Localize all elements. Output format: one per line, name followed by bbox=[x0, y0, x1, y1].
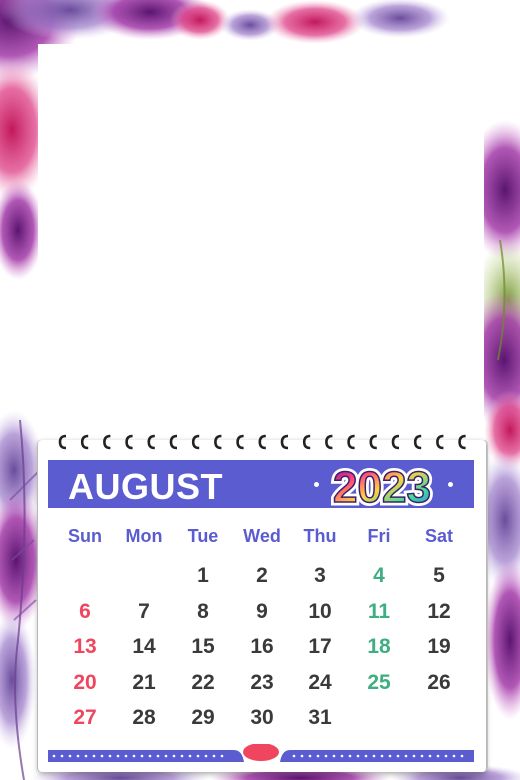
day-cell: 19 bbox=[427, 635, 451, 658]
photo-placeholder bbox=[38, 44, 484, 442]
footer-ribbon bbox=[48, 744, 474, 762]
day-cell: 27 bbox=[73, 706, 97, 729]
binding-ring bbox=[347, 434, 355, 450]
day-cell: 7 bbox=[138, 599, 150, 623]
day-cell: 13 bbox=[73, 635, 97, 658]
month-header: AUGUST 2023 2023 bbox=[48, 460, 474, 516]
binding-ring bbox=[325, 434, 333, 450]
header-dot bbox=[314, 482, 319, 487]
day-cell: 2 bbox=[256, 564, 268, 587]
day-cell: 5 bbox=[433, 564, 445, 587]
day-cell: 30 bbox=[250, 706, 274, 729]
weekday-tue: Tue bbox=[187, 526, 219, 546]
binding-ring bbox=[413, 434, 422, 450]
weekday-fri: Fri bbox=[367, 526, 391, 546]
binding-ring bbox=[258, 434, 266, 450]
day-cell: 11 bbox=[367, 599, 391, 623]
day-cell: 4 bbox=[373, 564, 385, 587]
day-cell: 15 bbox=[191, 635, 215, 658]
weekday-wed: Wed bbox=[243, 526, 281, 546]
weekday-sat: Sat bbox=[424, 526, 453, 546]
header-dot bbox=[448, 482, 453, 487]
binding-ring bbox=[458, 434, 466, 450]
weekday-mon: Mon bbox=[125, 526, 163, 546]
binding-ring bbox=[436, 434, 444, 450]
binding-ring bbox=[369, 434, 377, 450]
day-cell: 6 bbox=[79, 599, 91, 623]
binding-ring bbox=[169, 434, 178, 450]
weekday-thu: Thu bbox=[303, 526, 337, 546]
day-cell: 12 bbox=[427, 599, 451, 623]
year-outline: 2023 bbox=[333, 463, 431, 512]
day-cell: 17 bbox=[308, 635, 332, 658]
month-title: AUGUST bbox=[68, 466, 223, 507]
footer-pill bbox=[243, 744, 279, 761]
binding-ring bbox=[147, 434, 155, 450]
spiral-binding bbox=[58, 434, 466, 450]
year-badge: 2023 2023 bbox=[320, 456, 444, 516]
day-cell: 26 bbox=[427, 670, 451, 694]
day-cell: 28 bbox=[132, 706, 156, 729]
calendar-card: AUGUST 2023 2023 Sun Mon Tue Wed Thu Fri Sat 1 bbox=[38, 434, 486, 772]
day-cell: 8 bbox=[197, 599, 209, 623]
binding-ring bbox=[58, 434, 67, 450]
binding-ring bbox=[280, 434, 289, 450]
binding-ring bbox=[125, 434, 133, 450]
day-cell: 20 bbox=[73, 670, 97, 694]
day-cell: 29 bbox=[191, 706, 215, 729]
day-cell: 16 bbox=[250, 635, 274, 658]
weekday-sun: Sun bbox=[68, 526, 102, 546]
day-cell: 18 bbox=[367, 635, 391, 658]
day-cell: 10 bbox=[308, 599, 332, 623]
binding-ring bbox=[80, 434, 89, 450]
day-cell: 1 bbox=[197, 564, 209, 587]
day-cell: 14 bbox=[132, 635, 156, 658]
binding-ring bbox=[391, 434, 400, 450]
binding-ring bbox=[191, 434, 200, 450]
binding-ring bbox=[103, 434, 111, 450]
day-cell: 22 bbox=[191, 670, 215, 694]
day-cell: 21 bbox=[132, 670, 156, 694]
binding-ring bbox=[302, 434, 311, 450]
day-cell: 24 bbox=[308, 670, 332, 694]
day-cell: 3 bbox=[314, 564, 326, 587]
day-cell: 23 bbox=[250, 670, 274, 694]
day-cell: 25 bbox=[367, 670, 391, 694]
binding-ring bbox=[236, 434, 244, 450]
day-cell: 9 bbox=[256, 599, 268, 623]
day-cell: 31 bbox=[308, 706, 332, 729]
binding-ring bbox=[214, 434, 222, 450]
